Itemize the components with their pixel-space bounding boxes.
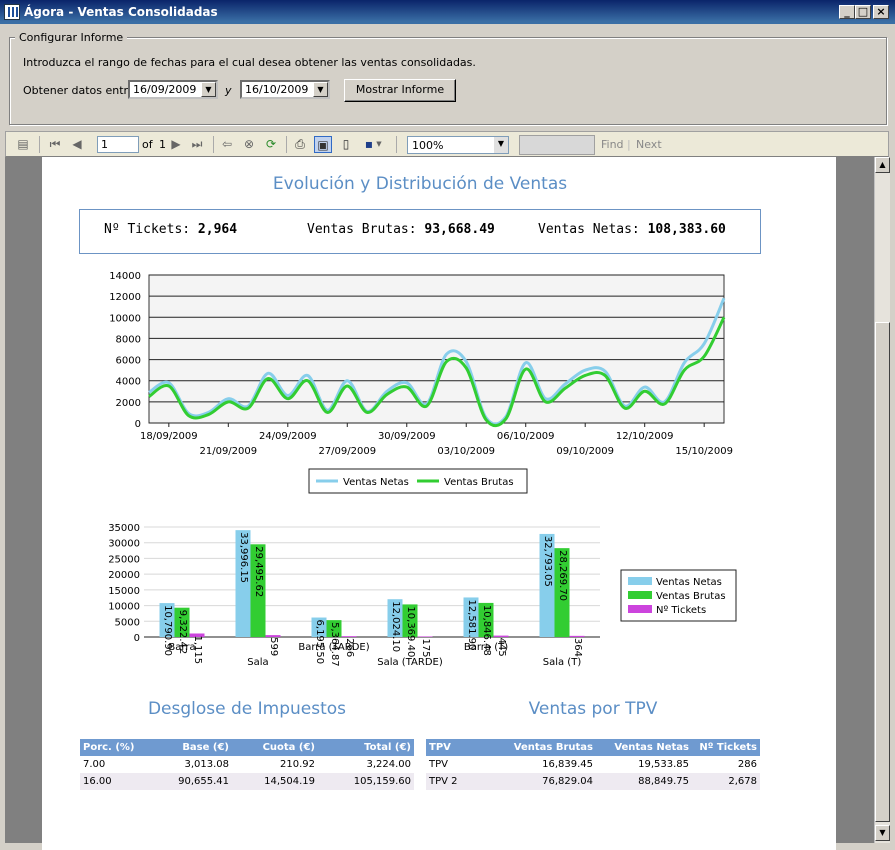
- table-cell: 16,839.45: [542, 759, 593, 770]
- table-cell: 3,013.08: [184, 759, 229, 770]
- column-header: Nº Tickets: [692, 739, 760, 756]
- bar-data-label: 32,793.05: [542, 536, 553, 587]
- line-x-tick-label: 15/10/2009: [675, 446, 733, 457]
- table-cell: TPV 2: [426, 773, 490, 790]
- table-cell: 14,504.19: [232, 773, 318, 790]
- bar: [341, 636, 357, 637]
- table-cell: 286: [737, 759, 757, 770]
- tpv-table: TPV Ventas Brutas Ventas Netas Nº Ticket…: [426, 739, 760, 790]
- legend-label-brutas: Ventas Brutas: [444, 477, 514, 488]
- line-y-tick-label: 4000: [116, 377, 141, 388]
- legend-swatch: [628, 605, 652, 613]
- table-header-row: Porc. (%) Base (€) Cuota (€) Total (€): [80, 739, 414, 756]
- column-header: Total (€): [318, 739, 414, 756]
- bar-category-label: Sala (T): [543, 657, 582, 668]
- table-cell: 105,159.60: [318, 773, 414, 790]
- legend-label: Ventas Netas: [656, 577, 722, 588]
- line-x-tick-label: 03/10/2009: [437, 446, 495, 457]
- line-x-tick-label: 27/09/2009: [318, 446, 376, 457]
- bar-data-label: 10,369.40: [405, 606, 416, 657]
- table-cell: 3,224.00: [366, 759, 411, 770]
- taxes-title: Desglose de Impuestos: [147, 699, 347, 719]
- table-row: TPV 2 76,829.04 88,849.75 2,678: [426, 773, 760, 790]
- legend-label: Ventas Brutas: [656, 591, 726, 602]
- line-x-tick-label: 24/09/2009: [259, 431, 317, 442]
- bar-category-label: Barra: [168, 642, 195, 653]
- line-x-tick-label: 18/09/2009: [140, 431, 198, 442]
- bar-y-tick-label: 15000: [108, 586, 140, 597]
- table-cell: 2,678: [692, 773, 760, 790]
- line-y-tick-label: 10000: [109, 313, 141, 324]
- line-y-tick-label: 6000: [116, 356, 141, 367]
- line-y-tick-label: 12000: [109, 292, 141, 303]
- legend-label: Nº Tickets: [656, 605, 706, 616]
- line-x-tick-label: 21/09/2009: [199, 446, 257, 457]
- line-y-tick-label: 2000: [116, 398, 141, 409]
- table-cell: 88,849.75: [596, 773, 692, 790]
- table-header-row: TPV Ventas Brutas Ventas Netas Nº Ticket…: [426, 739, 760, 756]
- bar-y-tick-label: 5000: [115, 617, 140, 628]
- table-cell: 76,829.04: [490, 773, 596, 790]
- bar-y-tick-label: 25000: [108, 554, 140, 565]
- table-cell: TPV: [429, 759, 448, 770]
- line-x-tick-label: 12/10/2009: [616, 431, 674, 442]
- legend-label-netas: Ventas Netas: [343, 477, 409, 488]
- bar-data-label: 12,024.10: [390, 601, 401, 652]
- bar-category-label: Sala: [247, 657, 268, 668]
- bar-y-tick-label: 20000: [108, 570, 140, 581]
- column-header: Ventas Netas: [596, 739, 692, 756]
- table-cell: 90,655.41: [150, 773, 232, 790]
- line-x-tick-label: 09/10/2009: [556, 446, 614, 457]
- bar-data-label: 28,269.70: [557, 550, 568, 601]
- bar-y-tick-label: 30000: [108, 539, 140, 550]
- table-row: TPV 16,839.45 19,533.85 286: [426, 756, 760, 773]
- table-cell: 210.92: [280, 759, 315, 770]
- line-y-tick-label: 14000: [109, 271, 141, 282]
- bar-data-label: 29,495.62: [253, 546, 264, 597]
- charts-canvas: 0 2000 4000 6000 8000 10000 12000 14000 18/09/20…: [108, 271, 737, 668]
- taxes-table: Porc. (%) Base (€) Cuota (€) Total (€) 7…: [80, 739, 414, 790]
- bar-category-label: Sala (TARDE): [377, 657, 443, 668]
- bar-data-label: 364: [572, 638, 583, 657]
- line-x-tick-label: 30/09/2009: [378, 431, 436, 442]
- bar-data-label: 175: [420, 638, 431, 657]
- table-cell: 19,533.85: [638, 759, 689, 770]
- legend-swatch: [628, 591, 652, 599]
- legend-swatch: [628, 577, 652, 585]
- column-header: Ventas Brutas: [490, 739, 596, 756]
- table-cell: 7.00: [83, 759, 106, 770]
- bar-category-label: Barra (T): [464, 642, 508, 653]
- bar-y-tick-label: 0: [134, 633, 140, 644]
- bar-data-label: 33,996.15: [238, 532, 249, 583]
- column-header: Base (€): [150, 739, 232, 756]
- bar-data-label: 599: [268, 637, 279, 656]
- line-y-tick-label: 0: [135, 419, 141, 430]
- column-header: TPV: [426, 739, 490, 756]
- table-cell: 16.00: [80, 773, 150, 790]
- table-row: 16.00 90,655.41 14,504.19 105,159.60: [80, 773, 414, 790]
- bar-y-tick-label: 10000: [108, 602, 140, 613]
- bar: [417, 636, 433, 637]
- bar-y-tick-label: 35000: [108, 523, 140, 534]
- table-row: 7.00 3,013.08 210.92 3,224.00: [80, 756, 414, 773]
- line-y-tick-label: 8000: [116, 334, 141, 345]
- column-header: Cuota (€): [232, 739, 318, 756]
- bar: [569, 635, 585, 637]
- column-header: Porc. (%): [80, 739, 150, 756]
- tpv-title: Ventas por TPV: [528, 699, 658, 719]
- bar-category-label: Barra (TARDE): [298, 642, 369, 653]
- line-x-tick-label: 06/10/2009: [497, 431, 555, 442]
